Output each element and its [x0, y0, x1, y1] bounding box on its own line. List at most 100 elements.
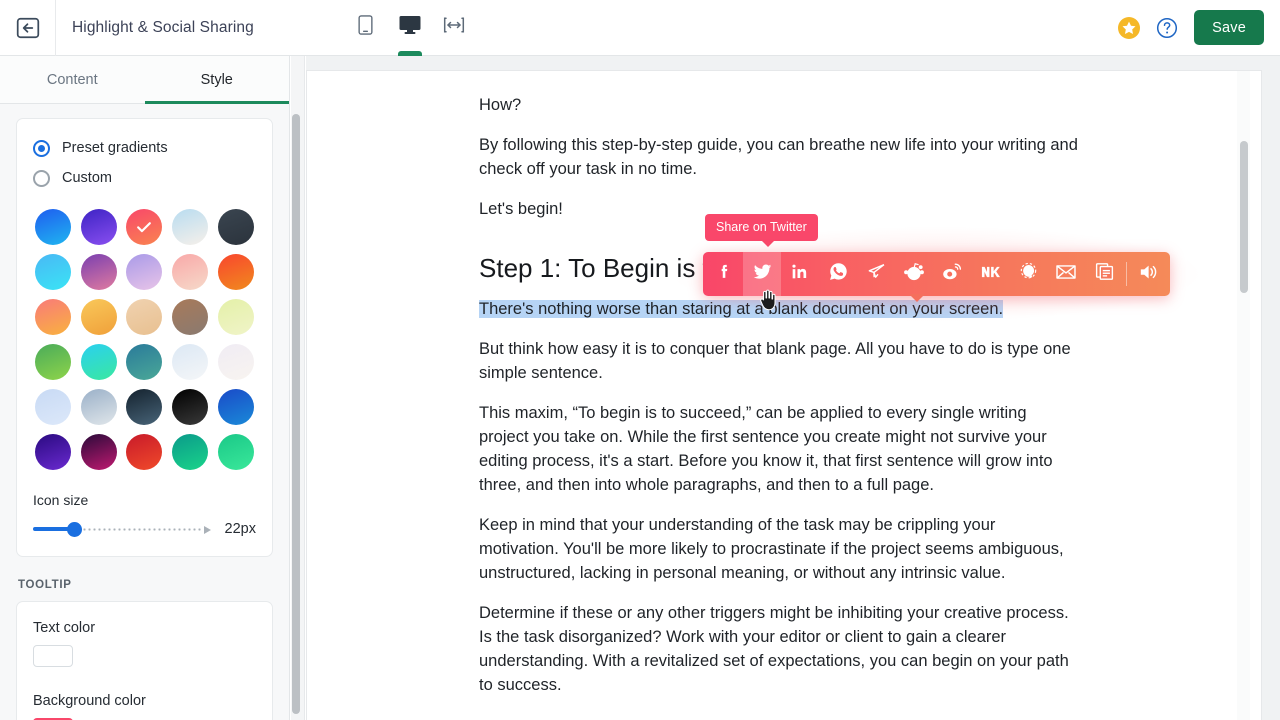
- copy-icon: [1094, 261, 1115, 287]
- share-email-button[interactable]: [1047, 252, 1085, 296]
- preview-canvas: How? By following this step-by-step guide…: [306, 56, 1280, 720]
- gradient-swatch-emerald-spring[interactable]: [217, 434, 254, 470]
- gradient-swatch-teal-emerald[interactable]: [172, 434, 209, 470]
- help-circle-icon[interactable]: [1156, 17, 1178, 39]
- device-desktop-button[interactable]: [393, 0, 427, 56]
- icon-size-label: Icon size: [33, 492, 89, 508]
- slider-arrow-icon: [203, 525, 211, 534]
- back-button[interactable]: [0, 0, 56, 56]
- document-paragraph: This maxim, “To begin is to succeed,” ca…: [479, 404, 1053, 494]
- share-signal-button[interactable]: [1009, 252, 1047, 296]
- device-mobile-button[interactable]: [349, 0, 383, 56]
- check-icon: [126, 209, 162, 245]
- sidebar-scrollbar-thumb[interactable]: [292, 114, 300, 714]
- slider-thumb[interactable]: [67, 522, 82, 537]
- icon-size-slider[interactable]: [33, 520, 211, 538]
- gradient-swatch-maroon-magenta[interactable]: [80, 434, 117, 470]
- style-sidebar: Content Style Preset gradients Custom Ic…: [0, 56, 290, 720]
- gradient-swatch-indigo-violet[interactable]: [35, 434, 72, 470]
- gradient-swatch-slate-silver[interactable]: [80, 389, 117, 425]
- speaker-icon: [1138, 262, 1160, 287]
- gradient-swatch-ice-white[interactable]: [172, 344, 209, 380]
- tab-content[interactable]: Content: [0, 56, 145, 103]
- highlighted-paragraph[interactable]: There's nothing worse than staring at a …: [479, 297, 1079, 321]
- background-color-field: Background color: [33, 693, 256, 720]
- radio-preset-gradients[interactable]: Preset gradients: [33, 133, 256, 163]
- radio-label-custom: Custom: [62, 170, 112, 186]
- share-tooltip: Share on Twitter: [705, 214, 818, 247]
- gradient-swatch-amber-gold[interactable]: [80, 299, 117, 335]
- facebook-icon: [714, 262, 734, 287]
- document-paragraph: How?: [479, 96, 522, 114]
- gradient-swatch-purple-rose[interactable]: [80, 254, 117, 290]
- gradient-swatch-cyan-aqua[interactable]: [35, 254, 72, 290]
- share-reddit-button[interactable]: [895, 252, 933, 296]
- top-toolbar: Highlight & Social Sharing Save: [0, 0, 1280, 56]
- gradient-swatch-green-lime[interactable]: [35, 344, 72, 380]
- star-icon[interactable]: [1118, 16, 1141, 39]
- gradient-swatch-blush-white[interactable]: [217, 344, 254, 380]
- gradient-swatch-red-orange[interactable]: [217, 254, 254, 290]
- background-color-label: Background color: [33, 693, 146, 709]
- gradient-swatch-navy-slate[interactable]: [126, 389, 163, 425]
- gradient-swatch-sky-pale[interactable]: [172, 209, 209, 245]
- icon-size-control: 22px: [33, 520, 256, 538]
- gradients-panel: Preset gradients Custom Icon size 22px: [16, 118, 273, 557]
- icon-size-value: 22px: [224, 521, 256, 537]
- gradient-swatch-tan-cream[interactable]: [126, 299, 163, 335]
- document-paragraph: Determine if these or any other triggers…: [479, 604, 1069, 694]
- gradient-swatch-violet-purple[interactable]: [80, 209, 117, 245]
- gradient-swatch-grid: [33, 209, 256, 470]
- tab-style[interactable]: Style: [144, 56, 290, 104]
- vk-icon: [979, 261, 1001, 288]
- share-linkedin-button[interactable]: [781, 252, 819, 296]
- share-copy-button[interactable]: [1085, 252, 1123, 296]
- weibo-icon: [941, 261, 963, 288]
- mobile-icon: [357, 15, 374, 40]
- whatsapp-icon: [828, 261, 849, 287]
- sidebar-tabs: Content Style: [0, 56, 289, 104]
- gradient-swatch-brown-taupe[interactable]: [172, 299, 209, 335]
- back-arrow-icon: [15, 15, 41, 41]
- reddit-icon: [903, 261, 925, 288]
- document-page: How? By following this step-by-step guide…: [306, 70, 1262, 720]
- share-twitter-button[interactable]: [743, 252, 781, 296]
- gradient-swatch-salmon-gold[interactable]: [35, 299, 72, 335]
- gradient-swatch-crimson-red[interactable]: [126, 434, 163, 470]
- page-title: Highlight & Social Sharing: [72, 18, 254, 36]
- text-color-swatch[interactable]: [33, 645, 73, 667]
- tooltip-settings-panel: Text color Background color: [16, 601, 273, 720]
- gradient-swatch-lime-cream[interactable]: [217, 299, 254, 335]
- share-telegram-button[interactable]: [857, 252, 895, 296]
- gradient-swatch-royal-cobalt[interactable]: [217, 389, 254, 425]
- social-share-bar: [669, 226, 1204, 322]
- gradient-swatch-cyan-mint[interactable]: [80, 344, 117, 380]
- gradient-swatch-teal-steel[interactable]: [126, 344, 163, 380]
- gradient-swatch-lavender[interactable]: [126, 254, 163, 290]
- gradient-swatch-charcoal[interactable]: [217, 209, 254, 245]
- share-divider: [1126, 262, 1127, 286]
- twitter-icon: [752, 261, 773, 287]
- gradient-swatch-black[interactable]: [172, 389, 209, 425]
- share-vk-button[interactable]: [971, 252, 1009, 296]
- gradient-swatch-blue-azure[interactable]: [35, 209, 72, 245]
- share-weibo-button[interactable]: [933, 252, 971, 296]
- gradient-swatch-powder-blue[interactable]: [35, 389, 72, 425]
- telegram-icon: [866, 261, 887, 287]
- radio-label-preset: Preset gradients: [62, 140, 168, 156]
- share-facebook-button[interactable]: [705, 252, 743, 296]
- radio-custom[interactable]: Custom: [33, 163, 256, 193]
- document-paragraph: By following this step-by-step guide, yo…: [479, 136, 1078, 178]
- email-icon: [1055, 261, 1077, 288]
- document-paragraph: Keep in mind that your understanding of …: [479, 516, 1064, 582]
- gradient-swatch-peach-pink[interactable]: [172, 254, 209, 290]
- tooltip-section-title: TOOLTIP: [18, 579, 72, 591]
- resize-horizontal-icon: [443, 16, 465, 39]
- document-scrollbar-thumb[interactable]: [1240, 141, 1248, 293]
- share-whatsapp-button[interactable]: [819, 252, 857, 296]
- device-responsive-button[interactable]: [437, 0, 471, 56]
- text-selection: There's nothing worse than staring at a …: [479, 300, 1004, 318]
- save-button[interactable]: Save: [1194, 10, 1264, 45]
- gradient-swatch-pink-orange[interactable]: [126, 209, 163, 245]
- share-speak-button[interactable]: [1130, 252, 1168, 296]
